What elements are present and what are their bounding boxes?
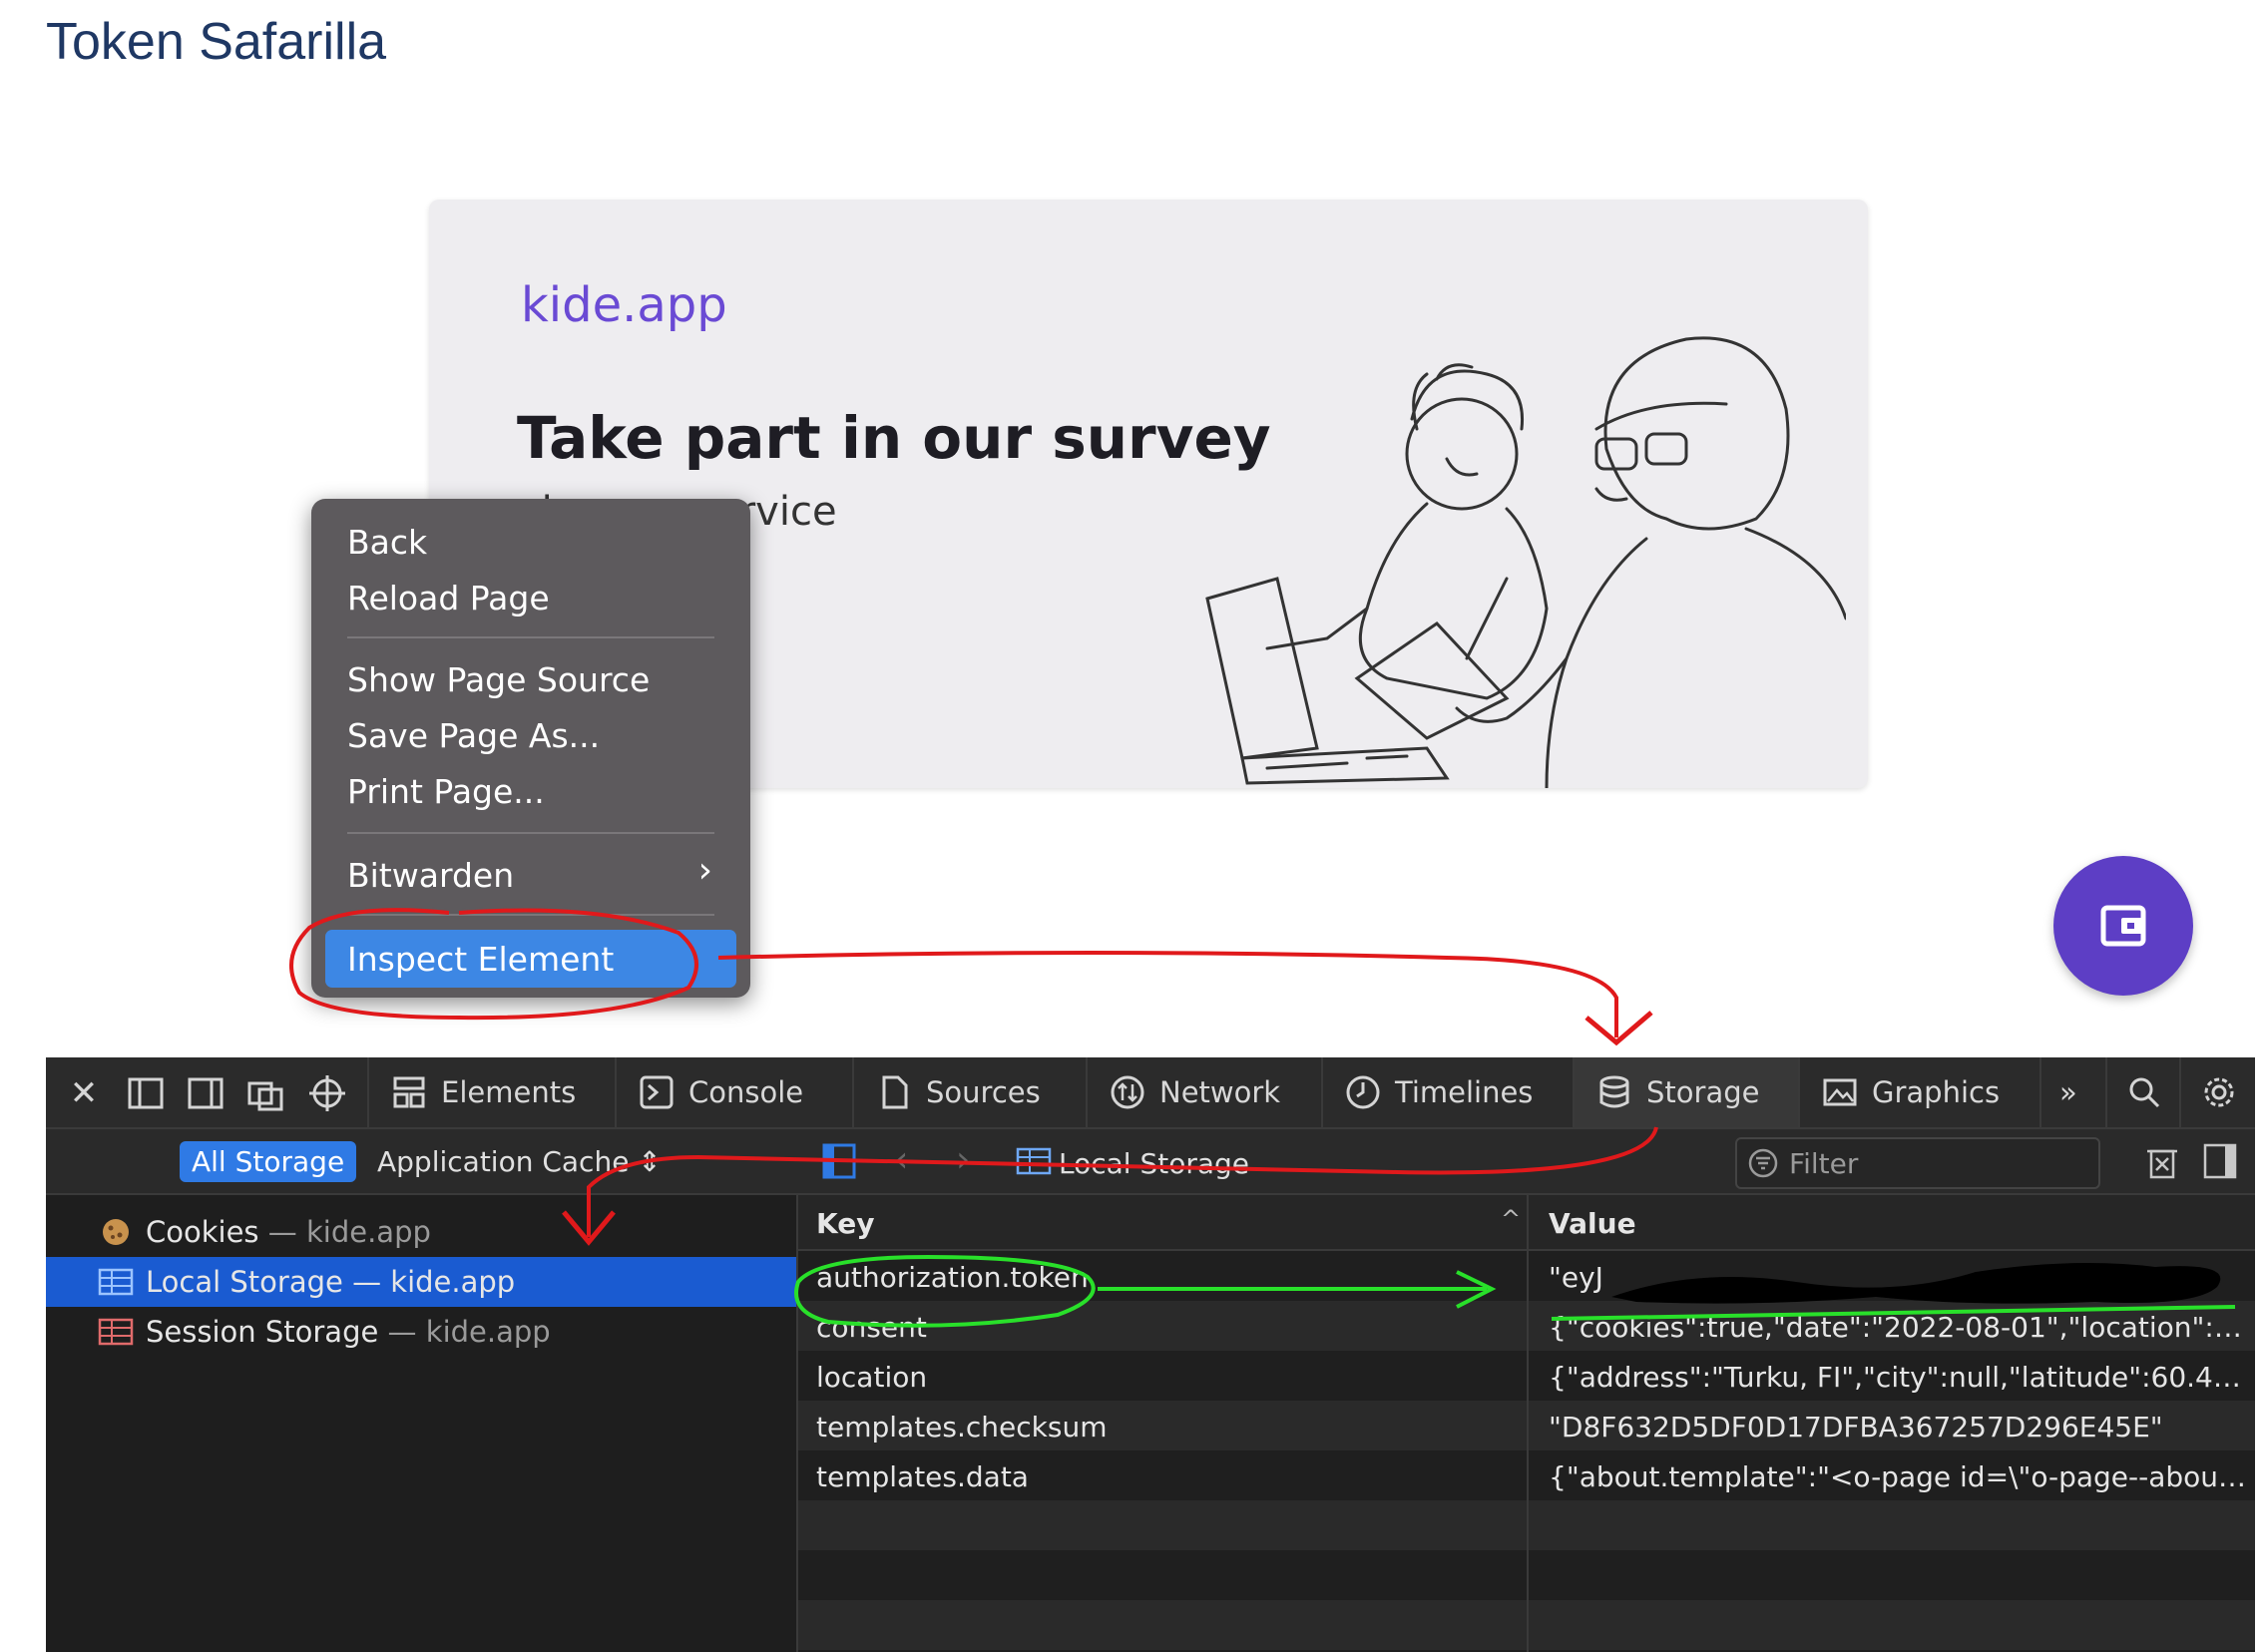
gear-icon — [2204, 1077, 2234, 1107]
web-inspector: ✕ Elements Console Sources Network Timel… — [46, 1057, 2255, 1652]
sidebar-item-session-storage[interactable]: Session Storage — kide.app — [46, 1307, 796, 1357]
sidebar-item-domain: kide.app — [305, 1215, 431, 1249]
inspector-toolbar: ✕ Elements Console Sources Network Timel… — [46, 1057, 2255, 1129]
menu-item-show-page-source[interactable]: Show Page Source — [347, 660, 650, 699]
close-icon[interactable]: ✕ — [64, 1073, 104, 1113]
menu-separator — [347, 636, 714, 638]
wallet-fab-button[interactable] — [2053, 856, 2193, 996]
tab-label: Graphics — [1872, 1075, 2001, 1109]
cell-key: consent — [816, 1311, 927, 1344]
separator-text: — — [342, 1265, 391, 1299]
tab-console[interactable]: Console — [615, 1057, 852, 1127]
separator-text: — — [258, 1215, 306, 1249]
trash-icon[interactable] — [2145, 1143, 2179, 1179]
tab-label: Network — [1159, 1075, 1281, 1109]
sidebar-item-label: Session Storage — [146, 1315, 379, 1349]
double-chevron-icon: » — [2059, 1075, 2077, 1109]
table-icon — [98, 1268, 134, 1296]
sidebar-item-cookies[interactable]: Cookies — kide.app — [46, 1207, 796, 1257]
tab-graphics[interactable]: Graphics — [1798, 1057, 2039, 1127]
menu-item-bitwarden[interactable]: Bitwarden — [347, 856, 514, 895]
tab-timelines[interactable]: Timelines — [1321, 1057, 1573, 1127]
menu-item-reload-page[interactable]: Reload Page — [347, 579, 550, 618]
cell-key: templates.checksum — [816, 1411, 1108, 1444]
sidebar-item-domain: kide.app — [425, 1315, 551, 1349]
dock-left-icon[interactable] — [126, 1073, 166, 1113]
separator-text: — — [378, 1315, 426, 1349]
cell-key: templates.data — [816, 1460, 1029, 1493]
sidebar-item-label: Local Storage — [146, 1265, 343, 1299]
details-sidebar-icon[interactable] — [2203, 1143, 2237, 1179]
cell-value: "D8F632D5DF0D17DFBA367257D296E45E" — [1549, 1411, 2163, 1444]
sort-ascending-icon: ^ — [1501, 1205, 1522, 1233]
cell-value: "eyJ — [1549, 1261, 1603, 1294]
column-divider — [1527, 1195, 1529, 1652]
search-button[interactable] — [2105, 1057, 2179, 1127]
search-icon — [2129, 1077, 2160, 1108]
back-arrow-icon[interactable]: ‹ — [894, 1139, 908, 1180]
tab-label: Console — [688, 1075, 804, 1109]
local-storage-table: Key ^ Value authorization.token "eyJ con… — [798, 1195, 2255, 1652]
tab-label: Storage — [1646, 1075, 1760, 1109]
cookie-icon — [103, 1219, 129, 1245]
graphics-icon — [1823, 1078, 1857, 1106]
menu-item-print-page[interactable]: Print Page... — [347, 772, 545, 811]
survey-illustration — [1205, 336, 1846, 788]
all-storage-filter[interactable]: All Storage — [180, 1141, 357, 1182]
cell-key: location — [816, 1361, 928, 1394]
filter-placeholder: Filter — [1789, 1147, 1859, 1180]
table-icon — [1016, 1147, 1052, 1175]
sidebar-item-domain: kide.app — [390, 1265, 516, 1299]
storage-sidebar: Cookies — kide.app Local Storage — kide.… — [46, 1195, 798, 1652]
network-icon — [1111, 1075, 1144, 1109]
tab-elements[interactable]: Elements — [367, 1057, 615, 1127]
application-cache-filter[interactable]: Application Cache ⇕ — [377, 1145, 662, 1178]
updown-chevron-icon: ⇕ — [638, 1145, 662, 1178]
menu-separator — [347, 914, 714, 916]
cell-value: {"cookies":true,"date":"2022-08-01","loc… — [1549, 1311, 2247, 1344]
settings-button[interactable] — [2179, 1057, 2255, 1127]
kide-logo[interactable]: kide.app — [521, 277, 727, 333]
dock-right-icon[interactable] — [186, 1073, 226, 1113]
forward-arrow-icon[interactable]: › — [956, 1139, 970, 1180]
elements-icon — [393, 1076, 425, 1108]
menu-separator — [347, 832, 714, 834]
cell-value: {"about.template":"<o-page id=\"o-page--… — [1549, 1460, 2247, 1493]
storage-subbar: All Storage Application Cache ⇕ ‹ › Loca… — [46, 1129, 2255, 1195]
sources-icon — [882, 1075, 908, 1109]
wallet-icon — [2100, 905, 2146, 947]
tab-sources[interactable]: Sources — [852, 1057, 1086, 1127]
context-menu: Back Reload Page Show Page Source Save P… — [311, 499, 750, 998]
menu-item-inspect-element[interactable]: Inspect Element — [347, 940, 614, 979]
console-icon — [640, 1075, 674, 1109]
menu-item-back[interactable]: Back — [347, 523, 427, 562]
more-tabs-button[interactable]: » — [2039, 1057, 2105, 1127]
table-icon — [98, 1318, 134, 1346]
tab-network[interactable]: Network — [1086, 1057, 1321, 1127]
storage-icon — [1599, 1075, 1629, 1108]
cell-key: authorization.token — [816, 1261, 1089, 1294]
red-arrowhead — [1584, 1011, 1653, 1046]
tab-label: Timelines — [1395, 1075, 1534, 1109]
sidebar-item-label: Cookies — [146, 1215, 259, 1249]
crosshair-icon[interactable] — [307, 1073, 347, 1113]
tab-label: Elements — [441, 1075, 577, 1109]
application-cache-label: Application Cache — [377, 1145, 630, 1178]
detach-window-icon[interactable] — [245, 1073, 285, 1113]
sidebar-item-local-storage[interactable]: Local Storage — kide.app — [46, 1257, 796, 1307]
filter-icon — [1748, 1148, 1778, 1178]
sidebar-toggle-icon[interactable] — [822, 1143, 856, 1179]
tab-storage[interactable]: Storage — [1573, 1057, 1798, 1127]
column-header-key[interactable]: Key — [816, 1207, 874, 1240]
cell-value: {"address":"Turku, FI","city":null,"lati… — [1549, 1361, 2247, 1394]
chevron-right-icon: › — [697, 850, 712, 891]
menu-item-save-page-as[interactable]: Save Page As... — [347, 716, 600, 755]
column-header-value[interactable]: Value — [1549, 1207, 1636, 1240]
filter-input[interactable]: Filter — [1735, 1137, 2100, 1189]
timelines-icon — [1346, 1075, 1380, 1109]
red-arrow-annotation — [717, 951, 1618, 1037]
tab-label: Sources — [926, 1075, 1041, 1109]
breadcrumb: Local Storage — [1059, 1147, 1250, 1180]
document-title: Token Safarilla — [46, 13, 387, 71]
